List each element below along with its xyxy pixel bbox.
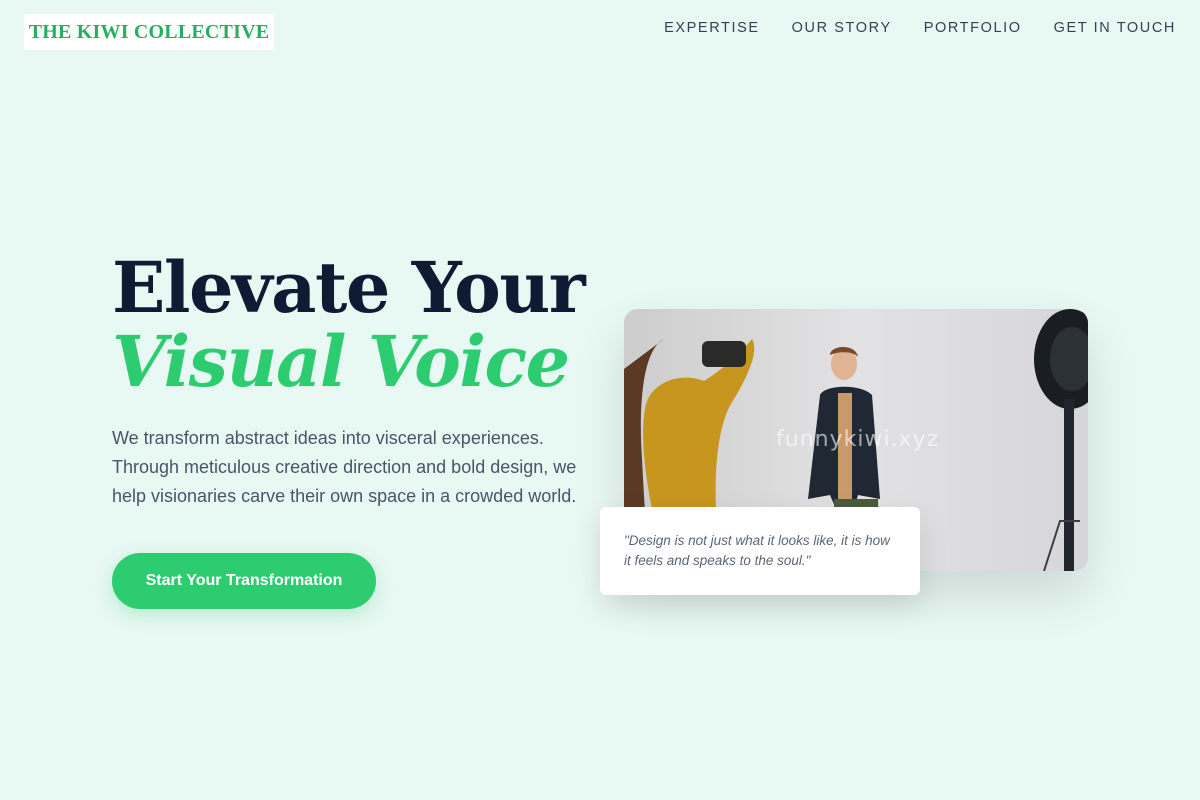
hero-description: We transform abstract ideas into viscera… xyxy=(112,428,577,506)
brand-logo[interactable]: THE KIWI COLLECTIVE xyxy=(24,14,274,50)
start-transformation-button[interactable]: Start Your Transformation xyxy=(112,553,376,609)
hero-title: Elevate Your Visual Voice xyxy=(112,250,592,398)
hero-title-line2: Visual Voice xyxy=(112,320,570,403)
quote-card: "Design is not just what it looks like, … xyxy=(600,507,920,595)
nav-get-in-touch[interactable]: GET IN TOUCH xyxy=(1054,20,1176,36)
hero-section: Elevate Your Visual Voice We transform a… xyxy=(112,250,592,609)
nav-portfolio[interactable]: PORTFOLIO xyxy=(924,20,1022,36)
main-nav: EXPERTISE OUR STORY PORTFOLIO GET IN TOU… xyxy=(664,20,1176,36)
photo-watermark: funnykiwi.xyz xyxy=(776,427,940,452)
nav-expertise[interactable]: EXPERTISE xyxy=(664,20,760,36)
quote-text: "Design is not just what it looks like, … xyxy=(624,533,890,568)
hero-title-line1: Elevate Your xyxy=(112,246,586,329)
nav-our-story[interactable]: OUR STORY xyxy=(792,20,892,36)
